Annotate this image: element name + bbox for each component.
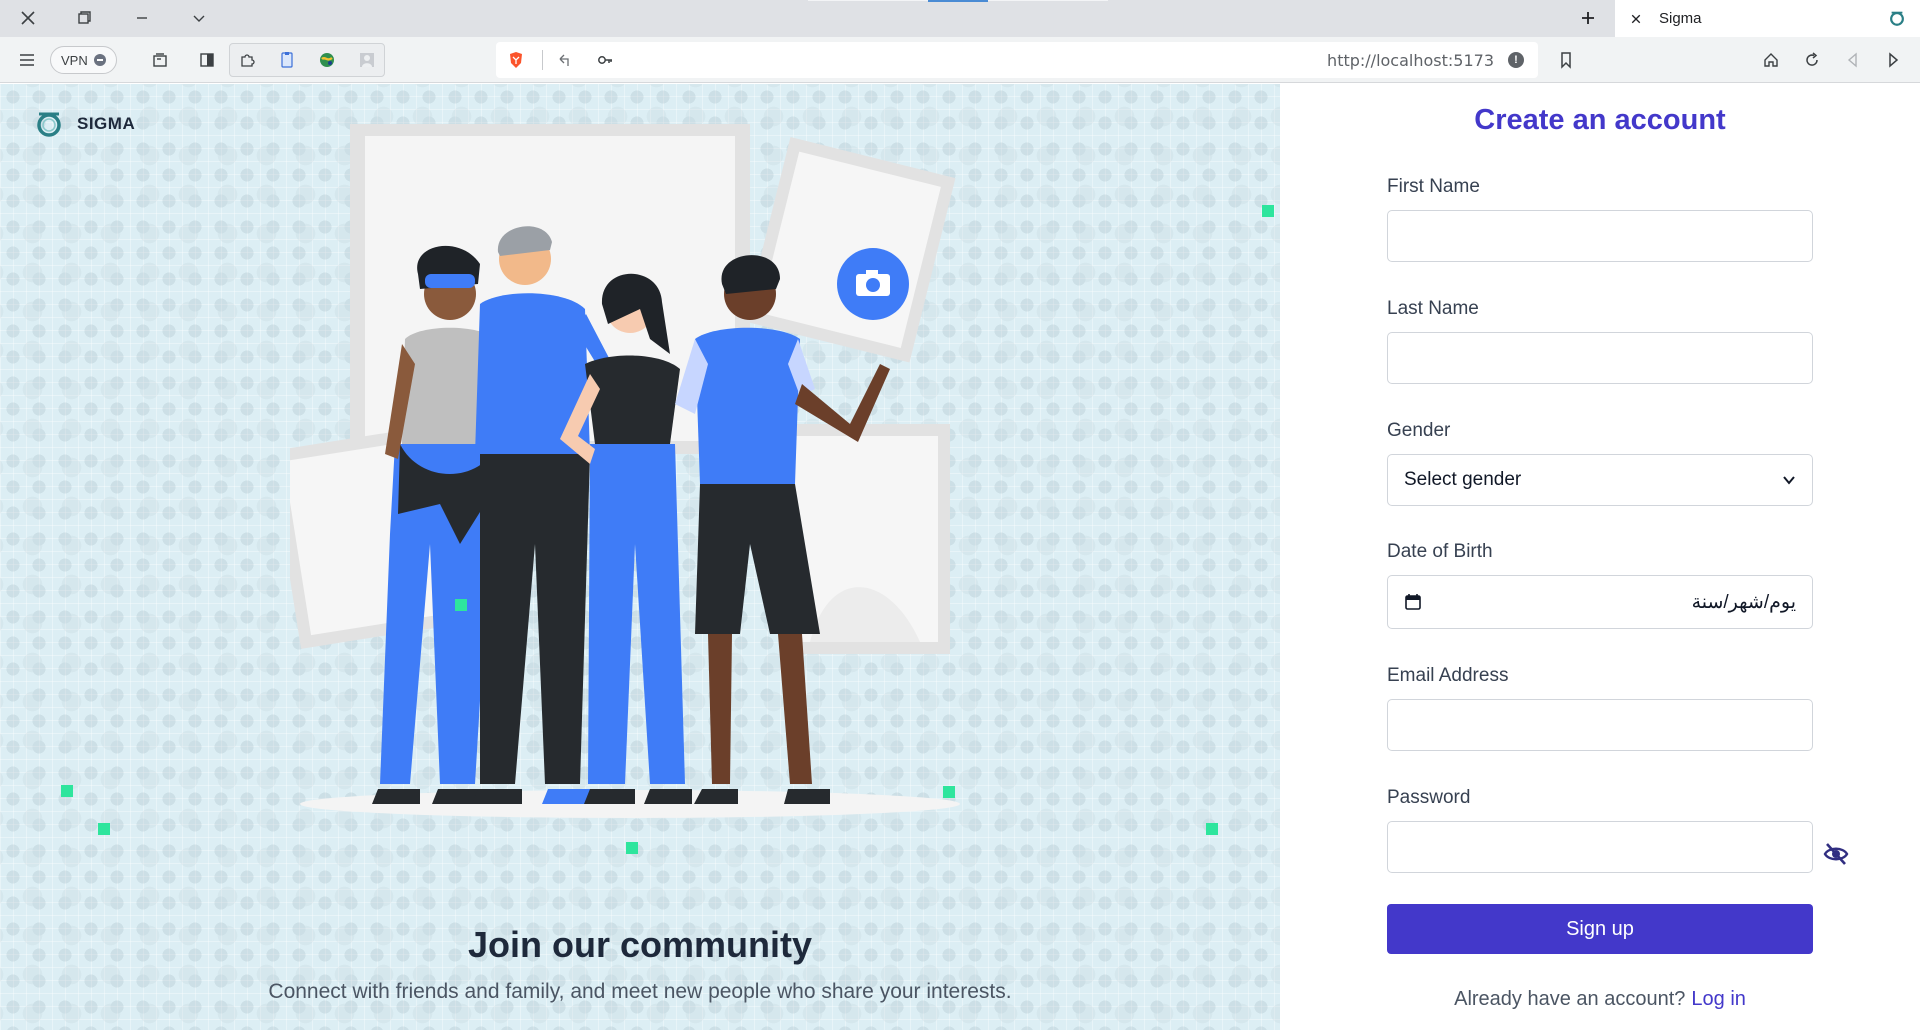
accent-square [626,842,638,854]
first-name-input[interactable] [1387,210,1813,262]
last-name-label: Last Name [1387,298,1479,319]
accent-square [455,599,467,611]
back-icon[interactable] [1839,46,1867,74]
gender-selected-value: Select gender [1404,469,1522,490]
hero-subtitle: Connect with friends and family, and mee… [268,980,1012,1003]
site-info-icon[interactable]: ! [1508,52,1524,68]
login-link[interactable]: Log in [1691,988,1746,1010]
menu-icon[interactable] [13,46,41,74]
tab-drag-indicator [928,0,988,2]
extensions-puzzle-icon[interactable] [233,46,261,74]
eye-off-icon[interactable] [1822,840,1850,868]
brand[interactable]: SIGMA [33,108,135,140]
address-bar[interactable]: http://localhost:5173 ! [496,42,1538,78]
tab-bar: Sigma [0,0,1920,37]
share-icon[interactable] [551,46,579,74]
tab-close-icon[interactable] [1627,10,1645,28]
close-window-icon[interactable] [12,4,44,32]
extension-profile-icon[interactable] [353,46,381,74]
reload-icon[interactable] [1798,46,1826,74]
bookmark-icon[interactable] [1552,46,1580,74]
minimize-icon[interactable] [126,4,158,32]
home-icon[interactable] [1757,46,1785,74]
calendar-icon[interactable] [1404,593,1422,611]
brand-name: SIGMA [77,114,136,133]
brave-shield-icon[interactable] [502,46,530,74]
extension-clipboard-icon[interactable] [273,46,301,74]
signup-button[interactable]: Sign up [1387,904,1813,954]
sigma-logo-icon [37,112,61,137]
vpn-button[interactable]: VPN [50,46,117,74]
gender-label: Gender [1387,420,1451,441]
email-label: Email Address [1387,665,1509,686]
forward-icon[interactable] [1879,46,1907,74]
form-title: Create an account [1474,104,1726,136]
accent-square [943,786,955,798]
community-illustration [290,124,960,818]
accent-square [61,785,73,797]
tab-sigma[interactable]: Sigma [1615,0,1920,37]
vpn-label: VPN [61,52,88,68]
key-icon[interactable] [591,46,619,74]
restore-icon[interactable] [68,4,100,32]
accent-square [98,823,110,835]
extension-globe-icon[interactable] [313,46,341,74]
camera-icon [837,248,909,320]
tab-list-chevron-down-icon[interactable] [183,4,215,32]
sidebar-icon[interactable] [193,46,221,74]
last-name-input[interactable] [1387,332,1813,384]
first-name-label: First Name [1387,176,1480,197]
hero-panel: SIGMA Join our community Connect with fr… [0,84,1280,1030]
tab-title: Sigma [1659,10,1702,27]
gender-select[interactable]: Select gender [1387,454,1813,506]
accent-square [1262,205,1274,217]
login-prompt: Already have an account? [1454,988,1686,1010]
chevron-down-icon [1783,476,1795,485]
email-input[interactable] [1387,699,1813,751]
password-label: Password [1387,787,1471,808]
dob-label: Date of Birth [1387,541,1493,562]
browser-toolbar: VPN http://localhost:5173 ! [0,37,1920,83]
url-text: http://localhost:5173 [1327,51,1494,70]
password-input[interactable] [1387,821,1813,873]
dob-input[interactable]: يوم/شهر/سنة [1387,575,1813,629]
accent-square [1206,823,1218,835]
signup-panel: Create an account First Name Last Name G… [1280,84,1920,1030]
vpn-status-icon [93,54,106,66]
address-bar-divider [542,50,543,70]
hero-title: Join our community [467,924,813,965]
tab-manager-icon[interactable] [146,46,174,74]
login-prompt-line: Already have an account? Log in [1280,988,1920,1011]
dob-placeholder: يوم/شهر/سنة [1691,591,1796,613]
new-tab-icon[interactable] [1572,4,1604,32]
sigma-favicon-icon [1890,11,1904,26]
